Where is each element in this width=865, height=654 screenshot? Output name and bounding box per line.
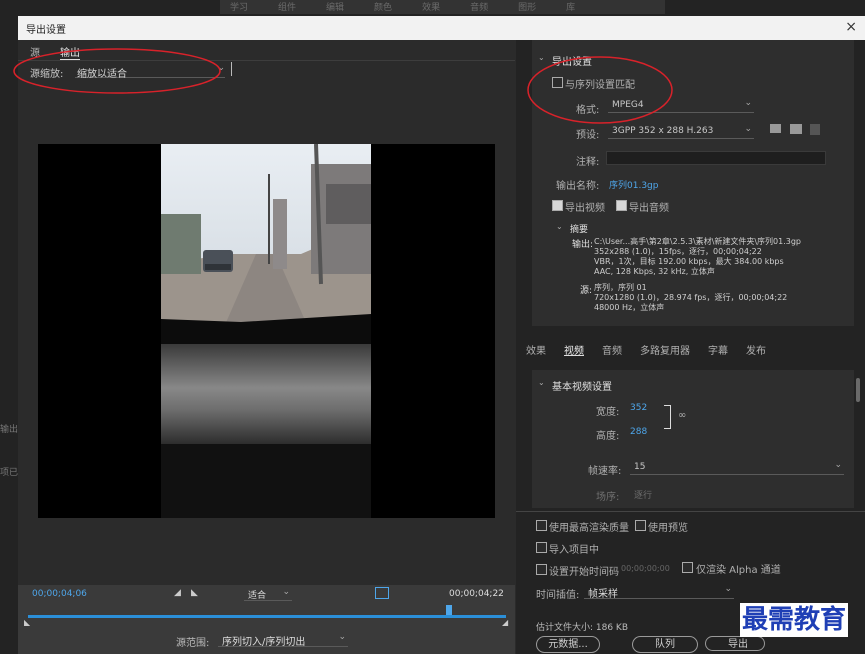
annotation-overlay — [13, 48, 673, 124]
watermark: 最需教育 — [740, 603, 849, 637]
annotation-circle — [527, 56, 673, 124]
annotation-circle — [13, 48, 221, 94]
